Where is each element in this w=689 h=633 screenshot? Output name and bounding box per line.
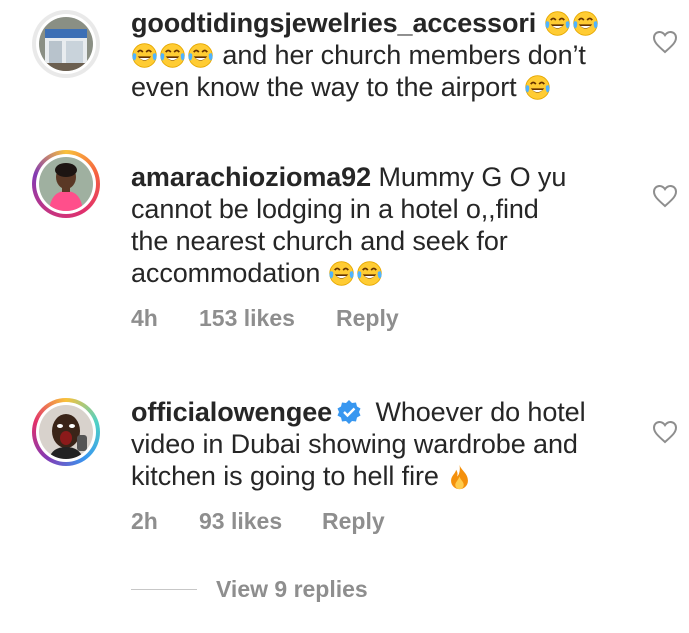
heart-outline-icon[interactable] [652,30,678,54]
likes-count[interactable]: 153 likes [199,305,295,332]
face-with-tears-of-joy-emoji [544,10,571,37]
heart-outline-icon[interactable] [652,420,678,444]
reply-button[interactable]: Reply [322,508,385,535]
comment-text: officialowengee Whoever do hotel video i… [131,396,631,492]
username[interactable]: officialowengee [131,397,332,427]
woman-pink-top-avatar [39,157,93,211]
avatar[interactable] [32,398,100,466]
comment-line: Mummy G O yu [378,162,567,192]
avatar[interactable] [32,10,100,78]
comment-line: Whoever do hotel [375,397,586,427]
comment-time: 2h [131,508,158,534]
fire-emoji [451,464,469,490]
heart-outline-icon[interactable] [652,184,678,208]
verified-badge-icon [337,400,361,424]
reply-button[interactable]: Reply [336,305,399,332]
face-with-tears-of-joy-emoji [328,260,355,287]
likes-count[interactable]: 93 likes [199,508,282,535]
comment-text: amarachiozioma92 Mummy G O yu cannot be … [131,161,631,289]
replies-divider [131,589,197,590]
avatar[interactable] [32,150,100,218]
face-with-tears-of-joy-emoji [356,260,383,287]
comment-line: and her church members don’t [222,40,586,70]
comment-line: cannot be lodging in a hotel o,,find [131,194,539,224]
comment-line: video in Dubai showing wardrobe and [131,429,578,459]
comment-line: the nearest church and seek for [131,226,508,256]
comment-line: accommodation [131,258,321,288]
comment-text: goodtidingsjewelries_accessori and her c… [131,7,631,103]
face-with-tears-of-joy-emoji [524,74,551,101]
face-with-tears-of-joy-emoji [187,42,214,69]
man-shouting-avatar [39,405,93,459]
face-with-tears-of-joy-emoji [572,10,599,37]
comment-time: 4h [131,305,158,331]
comment-line: even know the way to the airport [131,72,517,102]
view-replies-button[interactable]: View 9 replies [216,576,368,603]
shop-storefront-avatar [39,17,93,71]
face-with-tears-of-joy-emoji [131,42,158,69]
comment-line: kitchen is going to hell fire [131,461,439,491]
face-with-tears-of-joy-emoji [159,42,186,69]
username[interactable]: goodtidingsjewelries_accessori [131,8,536,38]
username[interactable]: amarachiozioma92 [131,162,371,192]
